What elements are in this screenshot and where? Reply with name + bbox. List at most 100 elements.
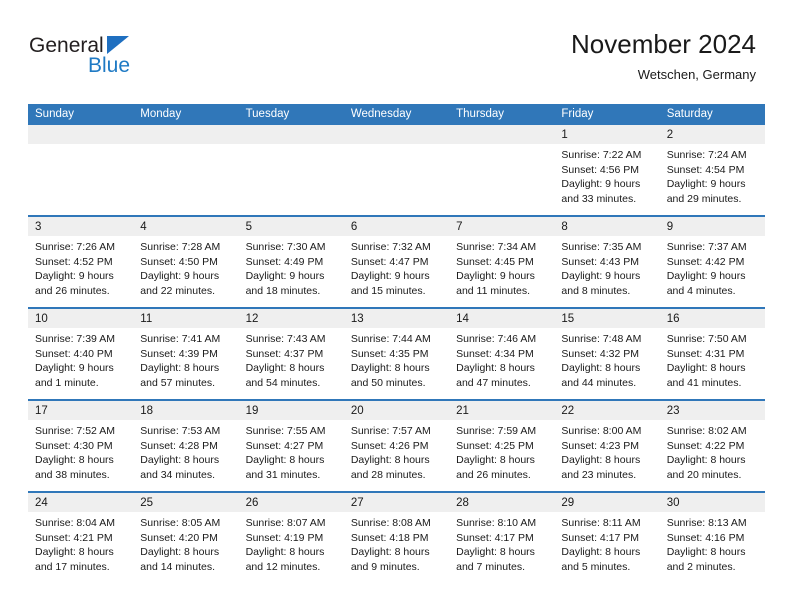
calendar-day-cell[interactable]: 4 Sunrise: 7:28 AM Sunset: 4:50 PM Daylight… xyxy=(133,217,239,307)
calendar-day-cell[interactable]: 11 Sunrise: 7:41 AM Sunset: 4:39 PM Dayligh… xyxy=(133,309,239,399)
day-number-band: 21 xyxy=(449,401,555,420)
day-detail-line: Daylight: 8 hours xyxy=(666,362,746,375)
calendar-day-cell[interactable]: 14 Sunrise: 7:46 AM Sunset: 4:34 PM Dayligh… xyxy=(449,309,555,399)
day-detail-line: Sunset: 4:43 PM xyxy=(561,255,640,268)
calendar-day-cell[interactable]: 25 Sunrise: 8:05 AM Sunset: 4:20 PM Dayligh… xyxy=(133,493,239,583)
day-detail-line: Sunrise: 8:07 AM xyxy=(245,517,326,529)
day-number: 15 xyxy=(561,313,575,325)
day-detail-line: Daylight: 8 hours xyxy=(140,454,220,467)
calendar-day-cell[interactable]: 18 Sunrise: 7:53 AM Sunset: 4:28 PM Dayligh… xyxy=(133,401,239,491)
calendar-day-cell-empty xyxy=(238,125,344,215)
calendar-day-cell[interactable]: 9 Sunrise: 7:37 AM Sunset: 4:42 PM Daylight… xyxy=(659,217,765,307)
day-number: 3 xyxy=(35,221,42,233)
weekday-sunday: Sunday xyxy=(35,108,75,120)
day-detail-line: and 31 minutes. xyxy=(245,468,321,481)
calendar-day-cell[interactable]: 28 Sunrise: 8:10 AM Sunset: 4:17 PM Dayligh… xyxy=(449,493,555,583)
day-details: Sunrise: 7:53 AM Sunset: 4:28 PM Daylight:… xyxy=(133,420,238,482)
day-detail-line: Sunset: 4:17 PM xyxy=(561,531,640,544)
calendar-day-cell[interactable]: 5 Sunrise: 7:30 AM Sunset: 4:49 PM Daylight… xyxy=(238,217,344,307)
day-details: Sunrise: 8:05 AM Sunset: 4:20 PM Daylight:… xyxy=(133,512,238,574)
day-detail-line: Daylight: 8 hours xyxy=(245,362,325,375)
day-detail-line: Sunset: 4:28 PM xyxy=(140,439,218,452)
day-number: 25 xyxy=(140,497,154,509)
calendar-day-cell[interactable]: 20 Sunrise: 7:57 AM Sunset: 4:26 PM Dayligh… xyxy=(343,401,450,491)
day-detail-line: Sunset: 4:26 PM xyxy=(350,439,429,452)
calendar-table: Sunday Monday Tuesday Wednesday Thursday… xyxy=(28,104,765,583)
calendar-day-cell[interactable]: 13 Sunrise: 7:44 AM Sunset: 4:35 PM Dayligh… xyxy=(343,309,450,399)
day-details: Sunrise: 7:55 AM Sunset: 4:27 PM Daylight:… xyxy=(239,420,344,482)
day-number-band: 29 xyxy=(554,493,660,512)
day-detail-line: and 47 minutes. xyxy=(456,376,531,389)
calendar-day-cell[interactable]: 1 Sunrise: 7:22 AM Sunset: 4:56 PM Daylight… xyxy=(554,125,660,215)
weekday-header-row: Sunday Monday Tuesday Wednesday Thursday… xyxy=(28,104,765,125)
day-number: 29 xyxy=(561,497,575,509)
calendar-day-cell[interactable]: 8 Sunrise: 7:35 AM Sunset: 4:43 PM Daylight… xyxy=(554,217,660,307)
day-detail-line: Sunrise: 8:10 AM xyxy=(456,517,537,529)
day-detail-line: Sunrise: 7:28 AM xyxy=(140,241,221,253)
day-detail-line: Daylight: 9 hours xyxy=(35,270,114,283)
calendar-day-cell[interactable]: 24 Sunrise: 8:04 AM Sunset: 4:21 PM Dayligh… xyxy=(28,493,134,583)
day-detail-line: Daylight: 8 hours xyxy=(140,546,220,559)
day-detail-line: Sunset: 4:49 PM xyxy=(245,255,324,268)
calendar-day-cell[interactable]: 22 Sunrise: 8:00 AM Sunset: 4:23 PM Dayligh… xyxy=(554,401,660,491)
calendar-day-cell[interactable]: 19 Sunrise: 7:55 AM Sunset: 4:27 PM Dayligh… xyxy=(238,401,344,491)
day-number-band: 12 xyxy=(238,309,344,328)
day-detail-line: and 54 minutes. xyxy=(245,376,321,389)
day-detail-line: Sunrise: 7:22 AM xyxy=(561,149,642,161)
day-detail-line: Daylight: 8 hours xyxy=(561,454,641,467)
day-details: Sunrise: 8:13 AM Sunset: 4:16 PM Daylight:… xyxy=(660,512,765,574)
day-detail-line: Daylight: 8 hours xyxy=(456,362,535,375)
day-detail-line: and 12 minutes. xyxy=(245,560,321,573)
day-number-band: 2 xyxy=(659,125,765,144)
day-number: 27 xyxy=(350,497,364,509)
calendar-day-cell-empty xyxy=(343,125,450,215)
weekday-wednesday: Wednesday xyxy=(350,108,412,120)
day-detail-line: Daylight: 9 hours xyxy=(456,270,535,283)
calendar-day-cell[interactable]: 21 Sunrise: 7:59 AM Sunset: 4:25 PM Dayligh… xyxy=(449,401,555,491)
day-details: Sunrise: 7:50 AM Sunset: 4:31 PM Daylight:… xyxy=(660,328,765,390)
day-detail-line: Sunrise: 7:59 AM xyxy=(456,425,537,437)
day-details: Sunrise: 7:48 AM Sunset: 4:32 PM Daylight:… xyxy=(554,328,659,390)
calendar-day-cell[interactable]: 10 Sunrise: 7:39 AM Sunset: 4:40 PM Dayligh… xyxy=(28,309,134,399)
day-number: 14 xyxy=(456,313,469,325)
day-detail-line: Sunset: 4:34 PM xyxy=(456,347,534,360)
day-detail-line: and 20 minutes. xyxy=(666,468,742,481)
day-number: 9 xyxy=(666,221,674,233)
calendar-day-cell[interactable]: 7 Sunrise: 7:34 AM Sunset: 4:45 PM Daylight… xyxy=(449,217,555,307)
day-detail-line: Sunrise: 8:13 AM xyxy=(666,517,747,529)
day-number: 24 xyxy=(35,497,48,509)
day-detail-line: Sunrise: 8:08 AM xyxy=(350,517,431,529)
day-number-band: 28 xyxy=(449,493,555,512)
calendar-day-cell[interactable]: 6 Sunrise: 7:32 AM Sunset: 4:47 PM Daylight… xyxy=(343,217,450,307)
calendar-day-cell[interactable]: 26 Sunrise: 8:07 AM Sunset: 4:19 PM Dayligh… xyxy=(238,493,344,583)
day-number: 12 xyxy=(245,313,259,325)
page-title: November 2024 xyxy=(571,29,756,59)
calendar-day-cell[interactable]: 3 Sunrise: 7:26 AM Sunset: 4:52 PM Daylight… xyxy=(28,217,134,307)
day-number: 19 xyxy=(245,405,259,417)
day-details: Sunrise: 8:02 AM Sunset: 4:22 PM Daylight:… xyxy=(660,420,765,482)
day-number: 17 xyxy=(35,405,48,417)
day-detail-line: Daylight: 9 hours xyxy=(350,270,430,283)
calendar-day-cell[interactable]: 30 Sunrise: 8:13 AM Sunset: 4:16 PM Dayligh… xyxy=(659,493,765,583)
day-details: Sunrise: 8:08 AM Sunset: 4:18 PM Daylight:… xyxy=(344,512,449,574)
day-detail-line: Sunset: 4:19 PM xyxy=(245,531,324,544)
day-number-band: 20 xyxy=(343,401,450,420)
day-number: 26 xyxy=(245,497,259,509)
calendar-day-cell[interactable]: 2 Sunrise: 7:24 AM Sunset: 4:54 PM Daylight… xyxy=(659,125,765,215)
day-details: Sunrise: 7:43 AM Sunset: 4:37 PM Daylight:… xyxy=(239,328,344,390)
day-detail-line: Sunset: 4:40 PM xyxy=(35,347,113,360)
day-detail-line: Daylight: 8 hours xyxy=(350,454,430,467)
page-subtitle: Wetschen, Germany xyxy=(637,67,756,82)
calendar-day-cell[interactable]: 16 Sunrise: 7:50 AM Sunset: 4:31 PM Dayligh… xyxy=(659,309,765,399)
calendar-day-cell[interactable]: 17 Sunrise: 7:52 AM Sunset: 4:30 PM Dayligh… xyxy=(28,401,134,491)
day-detail-line: Sunrise: 7:48 AM xyxy=(561,333,642,345)
calendar-day-cell[interactable]: 12 Sunrise: 7:43 AM Sunset: 4:37 PM Dayligh… xyxy=(238,309,344,399)
day-number-band: 3 xyxy=(28,217,134,236)
calendar-day-cell[interactable]: 27 Sunrise: 8:08 AM Sunset: 4:18 PM Dayligh… xyxy=(343,493,450,583)
day-detail-line: Sunset: 4:54 PM xyxy=(666,163,745,176)
calendar-day-cell[interactable]: 29 Sunrise: 8:11 AM Sunset: 4:17 PM Dayligh… xyxy=(554,493,660,583)
day-detail-line: and 18 minutes. xyxy=(245,284,321,297)
day-detail-line: Sunset: 4:31 PM xyxy=(666,347,745,360)
calendar-day-cell[interactable]: 23 Sunrise: 8:02 AM Sunset: 4:22 PM Dayligh… xyxy=(659,401,765,491)
calendar-day-cell[interactable]: 15 Sunrise: 7:48 AM Sunset: 4:32 PM Dayligh… xyxy=(554,309,660,399)
